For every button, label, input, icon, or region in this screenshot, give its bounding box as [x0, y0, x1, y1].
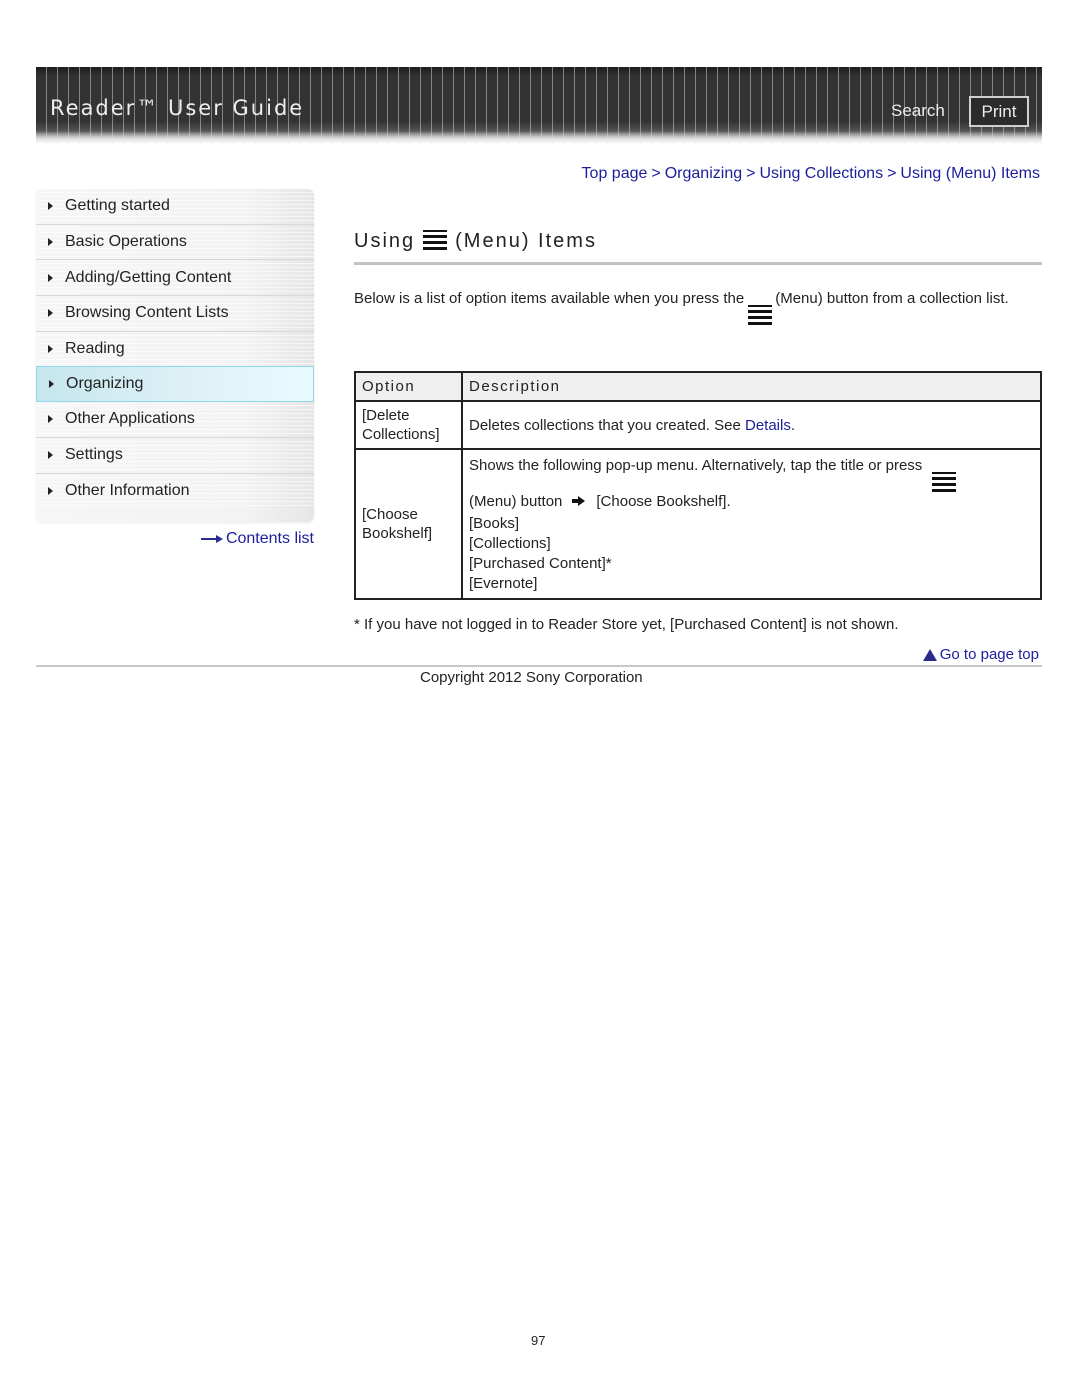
sidebar-item-organizing[interactable]: Organizing: [36, 366, 314, 403]
popup-menu-list: [Books] [Collections] [Purchased Content…: [469, 514, 1034, 594]
triangle-right-icon: [48, 451, 53, 460]
description-line1: Shows the following pop-up menu. Alterna…: [469, 457, 923, 474]
triangle-right-icon: [49, 380, 54, 389]
sidebar-item-label: Reading: [65, 340, 125, 358]
sidebar-item-other-information[interactable]: Other Information: [36, 473, 314, 510]
description-cell: Deletes collections that you created. Se…: [461, 400, 1042, 450]
breadcrumb-separator: >: [887, 165, 897, 182]
options-table: Option Description [Delete Collections] …: [354, 371, 1042, 600]
list-item: [Collections]: [469, 535, 551, 552]
sidebar-nav: Getting started Basic Operations Adding/…: [36, 189, 314, 522]
guide-title: Reader™ User Guide: [50, 96, 305, 120]
triangle-right-icon: [48, 273, 53, 282]
description-text: Deletes collections that you created. Se…: [469, 416, 745, 434]
sidebar-item-label: Browsing Content Lists: [65, 304, 229, 322]
contents-list-link[interactable]: Contents list: [200, 530, 314, 548]
list-item: [Books]: [469, 515, 520, 532]
description-cell: Shows the following pop-up menu. Alterna…: [461, 448, 1042, 600]
page-title-after: (Menu) Items: [455, 230, 597, 252]
triangle-right-icon: [48, 487, 53, 496]
breadcrumb-using-collections[interactable]: Using Collections: [759, 165, 883, 182]
details-link[interactable]: Details: [745, 417, 791, 434]
table-header-row: Option Description: [354, 371, 1042, 402]
breadcrumb-separator: >: [746, 165, 756, 182]
list-item: [Evernote]: [469, 575, 538, 592]
breadcrumb-organizing[interactable]: Organizing: [665, 165, 742, 182]
sidebar-item-settings[interactable]: Settings: [36, 437, 314, 474]
breadcrumb: Top page > Organizing > Using Collections > Us…: [582, 165, 1040, 183]
sidebar-item-adding-getting-content[interactable]: Adding/Getting Content: [36, 260, 314, 297]
footnote: * If you have not logged in to Reader St…: [354, 616, 899, 633]
intro-paragraph: Below is a list of option items availabl…: [354, 288, 1042, 325]
breadcrumb-current[interactable]: Using (Menu) Items: [900, 165, 1040, 182]
option-cell: [Delete Collections]: [354, 400, 463, 450]
sidebar-item-label: Other Applications: [65, 410, 195, 428]
description-line2-after: [Choose Bookshelf].: [596, 493, 731, 510]
arrow-right-icon: [572, 496, 586, 506]
header-description: Description: [461, 371, 1042, 402]
description-line: (Menu) button [Choose Bookshelf].: [469, 492, 1034, 512]
description-line2-before: (Menu) button: [469, 493, 563, 510]
intro-text-before: Below is a list of option items availabl…: [354, 290, 745, 307]
sidebar-item-other-applications[interactable]: Other Applications: [36, 402, 314, 438]
list-item: [Purchased Content]*: [469, 555, 612, 572]
triangle-up-icon: [922, 648, 937, 661]
breadcrumb-separator: >: [651, 165, 661, 182]
triangle-right-icon: [48, 238, 53, 247]
breadcrumb-top-page[interactable]: Top page: [582, 165, 648, 182]
sidebar-item-label: Organizing: [66, 375, 144, 393]
description-line: Shows the following pop-up menu. Alterna…: [469, 455, 1034, 492]
page-title: Using (Menu) Items: [354, 230, 1042, 265]
triangle-right-icon: [48, 415, 53, 424]
sidebar-item-label: Basic Operations: [65, 233, 187, 251]
table-row: [Delete Collections] Deletes collections…: [354, 400, 1042, 450]
sidebar-item-label: Settings: [65, 446, 123, 464]
sidebar-item-label: Getting started: [65, 197, 170, 215]
sidebar-item-getting-started[interactable]: Getting started: [36, 189, 314, 225]
sidebar-item-browsing-content-lists[interactable]: Browsing Content Lists: [36, 296, 314, 332]
go-to-page-top-link[interactable]: Go to page top: [922, 646, 1039, 663]
triangle-right-icon: [48, 309, 53, 318]
triangle-right-icon: [48, 202, 53, 211]
page-number: 97: [531, 1333, 546, 1348]
menu-icon: [748, 305, 773, 325]
copyright: Copyright 2012 Sony Corporation: [420, 669, 643, 686]
arrow-right-icon: [200, 534, 223, 544]
header-option: Option: [354, 371, 463, 402]
contents-list-label: Contents list: [225, 530, 314, 547]
footer-divider: [36, 665, 1042, 667]
option-cell: [Choose Bookshelf]: [354, 448, 463, 600]
sidebar-item-reading[interactable]: Reading: [36, 331, 314, 368]
triangle-right-icon: [48, 345, 53, 354]
description-end: .: [790, 416, 796, 434]
sidebar-item-label: Adding/Getting Content: [65, 268, 232, 286]
menu-icon: [932, 472, 957, 492]
table-row: [Choose Bookshelf] Shows the following p…: [354, 448, 1042, 600]
print-button[interactable]: Print: [969, 96, 1029, 127]
sidebar-item-basic-operations[interactable]: Basic Operations: [36, 224, 314, 261]
menu-icon: [423, 230, 448, 250]
page-title-before: Using: [354, 230, 416, 252]
search-button[interactable]: Search: [891, 101, 945, 121]
intro-text-after: (Menu) button from a collection list.: [775, 290, 1009, 307]
sidebar-item-label: Other Information: [65, 482, 190, 500]
header-bar: Reader™ User Guide Search Print: [36, 67, 1042, 145]
go-to-page-top-label: Go to page top: [939, 646, 1039, 663]
